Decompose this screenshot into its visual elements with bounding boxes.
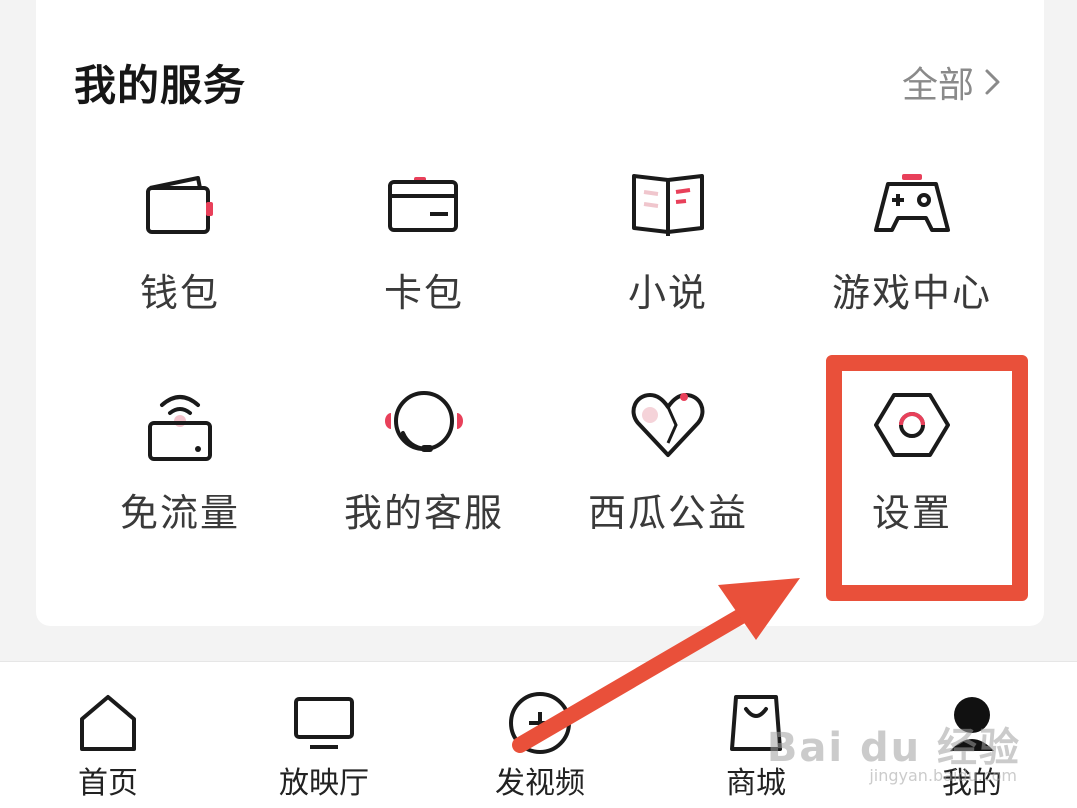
plus-circle-icon — [507, 690, 573, 756]
tab-label: 放映厅 — [279, 766, 369, 801]
headset-icon — [379, 380, 469, 470]
card-icon — [379, 160, 469, 250]
services-grid: 钱包 卡包 小说 游戏中心 免流量 我的客服 西瓜公益 设置 — [36, 160, 1034, 600]
book-icon — [623, 160, 713, 250]
watermark-url: jingyan.baidu.com — [869, 766, 1017, 785]
gamepad-icon — [867, 160, 957, 250]
tab-label: 首页 — [78, 766, 138, 801]
chevron-right-icon — [985, 69, 1000, 95]
service-card[interactable]: 卡包 — [302, 160, 546, 380]
tv-icon — [291, 690, 357, 756]
see-all-label: 全部 — [901, 65, 974, 106]
settings-hex-icon — [867, 380, 957, 470]
service-novel[interactable]: 小说 — [546, 160, 790, 380]
wallet-icon — [135, 160, 225, 250]
heart-icon — [623, 380, 713, 470]
service-label: 设置 — [871, 491, 952, 535]
service-charity[interactable]: 西瓜公益 — [546, 380, 790, 600]
service-game-center[interactable]: 游戏中心 — [790, 160, 1034, 380]
card-title: 我的服务 — [74, 61, 247, 110]
service-label: 西瓜公益 — [587, 491, 748, 535]
service-label: 游戏中心 — [831, 271, 992, 315]
service-customer-service[interactable]: 我的客服 — [302, 380, 546, 600]
see-all-link[interactable]: 全部 — [902, 56, 1002, 108]
tab-cinema[interactable]: 放映厅 — [254, 690, 394, 802]
service-free-data[interactable]: 免流量 — [58, 380, 302, 600]
service-wallet[interactable]: 钱包 — [58, 160, 302, 380]
tab-home[interactable]: 首页 — [38, 690, 178, 802]
tab-post-video[interactable]: 发视频 — [470, 690, 610, 802]
tab-label: 发视频 — [495, 766, 585, 801]
my-services-card: 我的服务 全部 钱包 卡包 小说 游戏中心 免流量 我的客服 西瓜公益 设置 — [36, 0, 1044, 626]
service-label: 小说 — [627, 271, 708, 315]
router-icon — [135, 380, 225, 470]
service-label: 我的客服 — [343, 491, 504, 535]
service-label: 钱包 — [139, 271, 220, 315]
service-settings[interactable]: 设置 — [790, 380, 1034, 600]
service-label: 免流量 — [119, 491, 240, 535]
watermark-logo: Bai du 经验 — [766, 725, 1021, 771]
service-label: 卡包 — [383, 271, 464, 315]
home-icon — [75, 690, 141, 756]
